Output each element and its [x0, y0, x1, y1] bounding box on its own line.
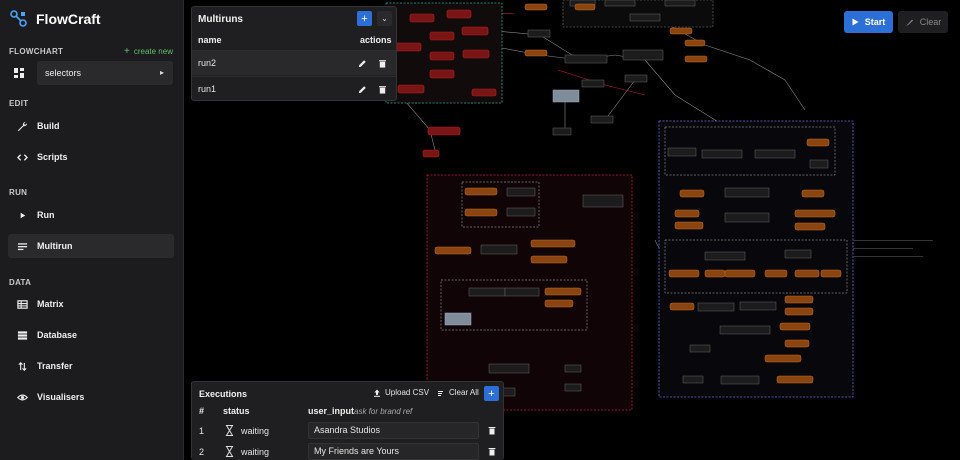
hourglass-icon [225, 446, 234, 457]
execution-row: 2 waiting My Friends are Yours [192, 442, 503, 460]
multirun-row[interactable]: run1 [192, 76, 396, 101]
nav-item-transfer-label: Transfer [37, 361, 73, 371]
start-label: Start [864, 17, 886, 27]
execution-row: 1 waiting Asandra Studios [192, 421, 503, 442]
user-input-field[interactable]: My Friends are Yours [308, 443, 479, 460]
database-icon [8, 330, 37, 341]
delete-trash-icon[interactable] [488, 447, 496, 456]
clear-all-button[interactable]: Clear All [437, 388, 479, 397]
edit-pencil-icon[interactable] [358, 85, 367, 94]
section-label-flowchart: FLOWCHART [9, 47, 64, 56]
nav-item-multirun-label: Multirun [37, 241, 73, 251]
play-icon [8, 210, 37, 221]
code-icon [8, 152, 37, 163]
play-icon [852, 18, 859, 26]
flowchart-selector-value: selectors [45, 68, 82, 78]
section-label-data: DATA [9, 278, 32, 287]
clear-button[interactable]: Clear [898, 11, 948, 33]
executions-col-status: status [223, 406, 250, 416]
clear-all-label: Clear All [449, 388, 479, 397]
nav-item-build-label: Build [37, 121, 60, 131]
multirun-name: run2 [198, 58, 217, 68]
upload-csv-label: Upload CSV [385, 388, 430, 397]
create-new-button[interactable]: + create new [124, 46, 173, 57]
execution-status: waiting [241, 426, 270, 436]
delete-trash-icon[interactable] [378, 59, 387, 68]
multiruns-col-actions: actions [360, 35, 392, 45]
multiruns-col-name: name [198, 35, 222, 45]
delete-trash-icon[interactable] [378, 85, 387, 94]
table-icon [8, 299, 37, 310]
flowcraft-logo-icon [10, 10, 27, 27]
brand[interactable]: FlowCraft [10, 10, 101, 27]
sidebar: FlowCraft FLOWCHART + create new selecto… [0, 0, 184, 460]
multiruns-title: Multiruns [198, 14, 243, 25]
nav-item-visualisers-label: Visualisers [37, 392, 85, 402]
eraser-brush-icon [905, 19, 913, 26]
start-button[interactable]: Start [844, 11, 893, 33]
multirun-row[interactable]: run2 [192, 50, 396, 75]
list-icon [8, 241, 37, 252]
hourglass-icon [225, 425, 234, 436]
plus-icon: + [124, 46, 130, 57]
multiruns-panel: Multiruns + ⌄ name actions run2 run1 [191, 6, 397, 101]
flowchart-selector[interactable]: selectors ▸ [37, 61, 173, 85]
executions-title: Executions [199, 389, 248, 399]
nav-item-matrix-label: Matrix [37, 299, 64, 309]
nav-item-scripts-label: Scripts [37, 152, 68, 162]
chevron-right-icon: ▸ [159, 68, 164, 77]
edit-pencil-icon[interactable] [358, 59, 367, 68]
execution-num: 1 [199, 426, 205, 436]
nav-item-database-label: Database [37, 330, 78, 340]
add-multirun-button[interactable]: + [357, 11, 372, 26]
user-input-hint: ask for brand ref [354, 407, 413, 416]
nav-item-visualisers[interactable]: Visualisers [8, 385, 174, 409]
plus-icon: + [488, 387, 495, 400]
eye-icon [8, 392, 37, 403]
nav-item-multirun[interactable]: Multirun [8, 234, 174, 258]
section-label-run: RUN [9, 188, 28, 197]
nav-item-matrix[interactable]: Matrix [8, 292, 174, 316]
transfer-arrows-icon [8, 361, 37, 372]
nav-item-transfer[interactable]: Transfer [8, 354, 174, 378]
nav-item-scripts[interactable]: Scripts [8, 145, 174, 169]
chevron-down-icon: ⌄ [381, 14, 388, 23]
user-input-field[interactable]: Asandra Studios [308, 422, 479, 439]
delete-trash-icon[interactable] [488, 426, 496, 435]
create-new-label: create new [133, 47, 173, 56]
multiruns-collapse-button[interactable]: ⌄ [377, 11, 392, 26]
wrench-icon [8, 121, 37, 132]
section-label-edit: EDIT [9, 99, 29, 108]
executions-panel: Executions Upload CSV Clear All + # stat… [191, 381, 504, 460]
upload-csv-button[interactable]: Upload CSV [373, 388, 429, 397]
execution-status: waiting [241, 447, 270, 457]
multirun-name: run1 [198, 84, 217, 94]
nav-item-run[interactable]: Run [8, 203, 174, 227]
executions-col-num: # [199, 406, 205, 416]
dashboard-grid-icon [14, 68, 24, 78]
plus-icon: + [361, 12, 368, 25]
nav-item-build[interactable]: Build [8, 114, 174, 138]
clear-label: Clear [919, 17, 942, 27]
clear-list-icon [438, 390, 443, 396]
app-name: FlowCraft [36, 10, 101, 27]
nav-item-run-label: Run [37, 210, 55, 220]
nav-item-database[interactable]: Database [8, 323, 174, 347]
add-execution-button[interactable]: + [484, 386, 499, 401]
executions-col-input: user_input [308, 406, 355, 416]
execution-num: 2 [199, 447, 205, 457]
upload-icon [374, 389, 380, 397]
